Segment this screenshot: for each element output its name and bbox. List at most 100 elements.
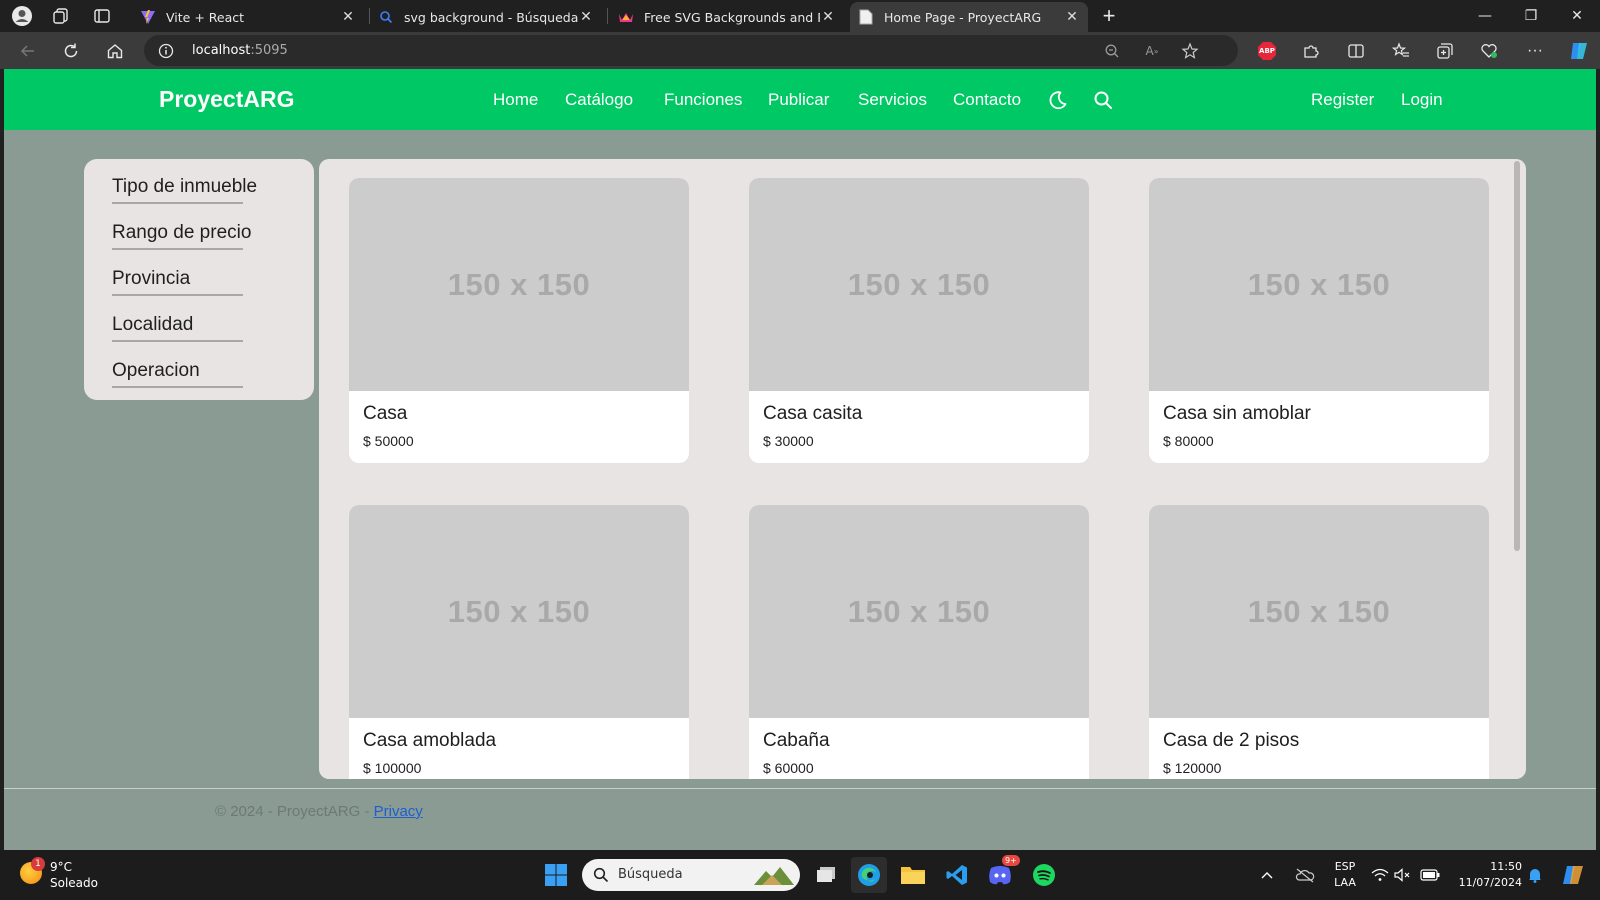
url-host: localhost xyxy=(192,43,251,58)
clock-time[interactable]: 11:50 xyxy=(1452,860,1522,873)
crown-icon xyxy=(618,9,634,25)
browser-essentials-icon[interactable] xyxy=(1476,38,1502,64)
filter-operation[interactable]: Operacion xyxy=(112,360,200,382)
restore-icon[interactable]: ❐ xyxy=(1508,0,1554,32)
extensions-puzzle-icon[interactable] xyxy=(1298,38,1324,64)
nav-catalog[interactable]: Catálogo xyxy=(565,90,633,110)
edge-browser-icon[interactable] xyxy=(851,857,887,893)
placeholder-text: 150 x 150 xyxy=(1247,593,1391,629)
dark-mode-moon-icon[interactable] xyxy=(1046,88,1070,112)
listing-card[interactable]: 150 x 150 Casa $ 50000 xyxy=(349,178,689,463)
search-highlight-image-icon xyxy=(752,863,796,892)
zoom-out-icon[interactable] xyxy=(1102,41,1122,61)
listing-card[interactable]: 150 x 150 Casa amoblada $ 100000 xyxy=(349,505,689,779)
search-icon[interactable] xyxy=(1091,88,1115,112)
collections-icon[interactable] xyxy=(1432,38,1458,64)
tab-home-page-proyectarg[interactable]: Home Page - ProyectARG ✕ xyxy=(850,2,1088,32)
listing-price: $ 60000 xyxy=(763,760,814,776)
filter-province[interactable]: Provincia xyxy=(112,268,190,290)
listing-name: Casa de 2 pisos xyxy=(1163,730,1300,751)
address-bar[interactable]: localhost:5095 A» xyxy=(144,35,1238,66)
task-view-icon[interactable] xyxy=(808,857,844,893)
new-tab-icon[interactable]: + xyxy=(1097,3,1121,28)
tab-title: Home Page - ProyectARG xyxy=(884,9,1042,25)
page-viewport: ProyectARG Home Catálogo Funciones Publi… xyxy=(4,69,1596,850)
nav-contact[interactable]: Contacto xyxy=(953,90,1021,110)
filter-property-type[interactable]: Tipo de inmueble xyxy=(112,176,257,198)
windows-taskbar: 1 9°C Soleado Búsqueda 9+ ESP LAA 11:50 … xyxy=(0,850,1600,900)
notification-bell-icon[interactable] xyxy=(1524,857,1546,893)
discord-icon[interactable]: 9+ xyxy=(982,855,1020,893)
filter-divider xyxy=(112,248,243,250)
privacy-link[interactable]: Privacy xyxy=(374,803,423,820)
listing-price: $ 50000 xyxy=(363,433,414,449)
listing-name: Casa sin amoblar xyxy=(1163,403,1311,424)
filters-sidebar: Tipo de inmueble Rango de precio Provinc… xyxy=(84,159,314,400)
split-screen-icon[interactable] xyxy=(1343,38,1369,64)
listing-placeholder-image: 150 x 150 xyxy=(1149,505,1489,718)
listing-card[interactable]: 150 x 150 Casa de 2 pisos $ 120000 xyxy=(1149,505,1489,779)
listing-card[interactable]: 150 x 150 Casa sin amoblar $ 80000 xyxy=(1149,178,1489,463)
profile-icon[interactable] xyxy=(10,4,34,28)
copilot-icon[interactable] xyxy=(1566,38,1592,64)
browser-tab-strip: Vite + React ✕ svg background - Búsqueda… xyxy=(0,0,1600,32)
workspaces-icon[interactable] xyxy=(49,4,73,28)
tab-actions-icon[interactable] xyxy=(90,4,114,28)
refresh-icon[interactable] xyxy=(58,38,84,64)
weather-temperature[interactable]: 9°C xyxy=(50,860,72,874)
weather-condition[interactable]: Soleado xyxy=(50,876,98,890)
file-explorer-icon[interactable] xyxy=(895,857,931,893)
adblock-label: ABP xyxy=(1259,47,1275,55)
battery-icon[interactable] xyxy=(1418,857,1442,893)
tab-svg-background-search[interactable]: svg background - Búsqueda ✕ xyxy=(370,2,602,32)
more-options-icon[interactable]: ··· xyxy=(1522,38,1548,64)
nav-home[interactable]: Home xyxy=(493,90,538,110)
tab-title: svg background - Búsqueda xyxy=(404,9,578,25)
start-windows-icon[interactable] xyxy=(538,857,574,893)
wifi-icon[interactable] xyxy=(1369,857,1391,893)
filter-locality[interactable]: Localidad xyxy=(112,314,193,336)
search-icon xyxy=(378,9,394,25)
listing-placeholder-image: 150 x 150 xyxy=(749,178,1089,391)
input-language[interactable]: ESP xyxy=(1330,860,1360,873)
site-info-icon[interactable] xyxy=(158,43,174,64)
placeholder-text: 150 x 150 xyxy=(847,593,991,629)
filter-price-range[interactable]: Rango de precio xyxy=(112,222,251,244)
panel-scrollbar[interactable] xyxy=(1514,161,1520,551)
nav-functions[interactable]: Funciones xyxy=(664,90,742,110)
chevron-up-icon[interactable] xyxy=(1255,857,1279,893)
taskbar-search[interactable]: Búsqueda xyxy=(582,859,800,891)
discord-notification-badge: 9+ xyxy=(1002,855,1020,866)
nav-publish[interactable]: Publicar xyxy=(768,90,829,110)
minimize-icon[interactable]: — xyxy=(1462,0,1508,32)
back-icon[interactable] xyxy=(15,38,41,64)
footer: © 2024 - ProyectARG - Privacy xyxy=(215,803,423,820)
favorites-icon[interactable] xyxy=(1388,38,1414,64)
close-window-icon[interactable]: ✕ xyxy=(1554,0,1600,32)
nav-services[interactable]: Servicios xyxy=(858,90,927,110)
listing-price: $ 30000 xyxy=(763,433,814,449)
vscode-icon[interactable] xyxy=(939,857,975,893)
nav-login[interactable]: Login xyxy=(1401,90,1443,110)
brand-logo[interactable]: ProyectARG xyxy=(159,86,294,113)
home-icon[interactable] xyxy=(102,38,128,64)
onedrive-offline-icon[interactable] xyxy=(1292,857,1318,893)
close-tab-icon[interactable]: ✕ xyxy=(578,9,594,25)
tab-free-svg-backgrounds[interactable]: Free SVG Backgrounds and Patte ✕ xyxy=(610,2,844,32)
listing-card[interactable]: 150 x 150 Casa casita $ 30000 xyxy=(749,178,1089,463)
nav-register[interactable]: Register xyxy=(1311,90,1374,110)
clock-date[interactable]: 11/07/2024 xyxy=(1452,876,1522,889)
close-tab-icon[interactable]: ✕ xyxy=(1064,9,1080,25)
listing-card[interactable]: 150 x 150 Cabaña $ 60000 xyxy=(749,505,1089,779)
search-icon xyxy=(593,867,609,888)
favorite-star-icon[interactable] xyxy=(1180,41,1200,61)
copilot-taskbar-icon[interactable] xyxy=(1556,857,1592,893)
close-tab-icon[interactable]: ✕ xyxy=(820,9,836,25)
close-tab-icon[interactable]: ✕ xyxy=(340,9,356,25)
volume-muted-icon[interactable] xyxy=(1392,857,1414,893)
adblock-extension-icon[interactable]: ABP xyxy=(1254,38,1280,64)
spotify-icon[interactable] xyxy=(1026,857,1062,893)
keyboard-layout[interactable]: LAA xyxy=(1330,876,1360,889)
read-aloud-icon[interactable]: A» xyxy=(1142,41,1162,61)
tab-vite-react[interactable]: Vite + React ✕ xyxy=(132,2,364,32)
